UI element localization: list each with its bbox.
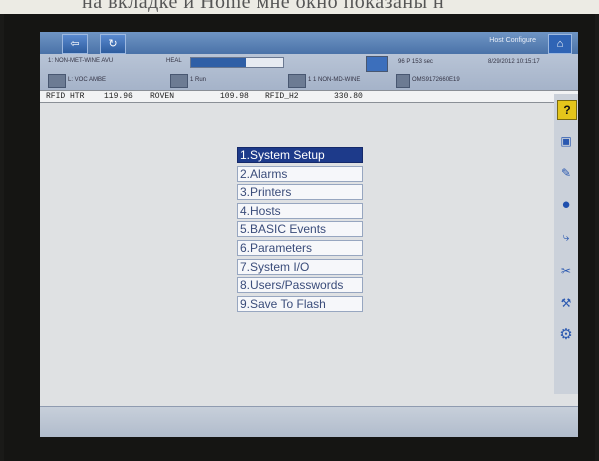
help-icon[interactable]: ?	[557, 100, 577, 120]
row2-left-button[interactable]	[48, 74, 66, 88]
item-button[interactable]	[288, 74, 306, 88]
progress-bar	[190, 57, 284, 68]
temp2-label: ROVEN	[150, 92, 175, 101]
title-bar: ⇦ ↻ Host Configure ⌂	[40, 32, 578, 54]
stop-button[interactable]	[366, 56, 388, 72]
status-row2-left: L: VOC AMBE	[68, 77, 107, 83]
system-menu: 1.System Setup 2.Alarms 3.Printers 4.Hosts 5…	[237, 147, 363, 314]
menu-item-4[interactable]: 4.Hosts	[237, 202, 363, 219]
pen-icon[interactable]: ✎	[557, 164, 575, 182]
status-area: 1: NON-MET-WINE AVU HEAL 96 P 153 sec 8/…	[40, 54, 578, 90]
progress-fill	[191, 58, 247, 67]
temp1-label: RFID HTR	[46, 92, 85, 101]
camera-icon[interactable]: ▣	[557, 132, 575, 150]
refresh-icon[interactable]: ↻	[100, 34, 126, 54]
code-button[interactable]	[396, 74, 410, 88]
wrench-icon[interactable]: ⚒	[557, 294, 575, 312]
status-row1-left: 1: NON-MET-WINE AVU	[48, 58, 114, 64]
status-row1-right: 96 P 153 sec	[398, 59, 433, 65]
host-config-label: Host Configure	[489, 37, 536, 44]
menu-item-3[interactable]: 3.Printers	[237, 184, 363, 201]
temp1-value: 119.96	[104, 92, 133, 101]
caption-text: на вкладке и Home мне окно показаны н	[82, 0, 445, 13]
menu-item-7[interactable]: 7.System I/O	[237, 258, 363, 275]
home-icon[interactable]: ⌂	[548, 34, 572, 54]
status-row1-mid: HEAL	[166, 58, 182, 64]
status-row2-code: OMS9172660E19	[412, 77, 460, 83]
run-button[interactable]	[170, 74, 188, 88]
menu-item-2[interactable]: 2.Alarms	[237, 165, 363, 182]
globe-icon[interactable]: ●	[557, 196, 575, 214]
back-arrow-icon[interactable]: ⇦	[62, 34, 88, 54]
menu-item-5[interactable]: 5.BASIC Events	[237, 221, 363, 238]
temp3-label: RFID_H2	[265, 92, 299, 101]
status-row2-item: 1 1 NON-MD-WINE	[308, 77, 361, 83]
gear-icon[interactable]: ⚙	[557, 326, 575, 344]
temperature-bar: RFID HTR 119.96 ROVEN 109.98 RFID_H2 330…	[40, 90, 578, 103]
photo-caption-strip: на вкладке и Home мне окно показаны н	[0, 0, 599, 14]
menu-item-8[interactable]: 8.Users/Passwords	[237, 277, 363, 294]
menu-item-6[interactable]: 6.Parameters	[237, 239, 363, 256]
scissors-icon[interactable]: ✂	[557, 262, 575, 280]
screen: ⇦ ↻ Host Configure ⌂ 1: NON-MET-WINE AVU…	[40, 32, 578, 437]
status-row1-time: 8/29/2012 10:15:17	[488, 59, 540, 65]
temp2-value: 109.98	[220, 92, 249, 101]
bottom-bar	[40, 406, 578, 437]
hook-icon[interactable]: ⤷	[557, 228, 575, 246]
right-toolbar: ? ▣ ✎ ● ⤷ ✂ ⚒ ⚙	[554, 94, 578, 394]
menu-item-1[interactable]: 1.System Setup	[237, 147, 363, 163]
temp3-value: 330.80	[334, 92, 363, 101]
status-row2-mid: 1 Run	[190, 77, 207, 83]
menu-item-9[interactable]: 9.Save To Flash	[237, 295, 363, 312]
